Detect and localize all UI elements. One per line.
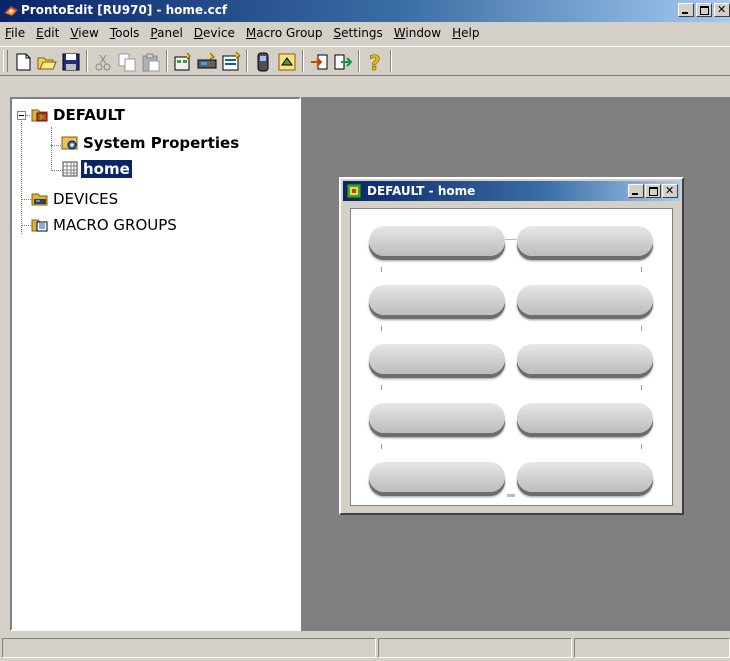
cut-icon[interactable] bbox=[92, 51, 114, 73]
status-bar bbox=[0, 636, 730, 661]
status-panel-2 bbox=[378, 638, 572, 658]
menu-panel[interactable]: Panel bbox=[145, 26, 188, 40]
toolbar: ? bbox=[0, 46, 730, 76]
menu-macro-group[interactable]: Macro Group bbox=[241, 26, 329, 40]
new-panel-icon[interactable] bbox=[172, 51, 194, 73]
remote-icon[interactable] bbox=[252, 51, 274, 73]
close-button[interactable] bbox=[714, 3, 730, 17]
menu-file[interactable]: File bbox=[0, 26, 31, 40]
panel-button[interactable] bbox=[369, 403, 505, 433]
panel-editor-window: DEFAULT - home bbox=[339, 177, 684, 515]
default-folder-icon bbox=[31, 109, 48, 122]
devices-folder-icon bbox=[31, 193, 48, 206]
tree-label-macro-groups: MACRO GROUPS bbox=[53, 216, 177, 234]
maximize-button[interactable] bbox=[696, 3, 712, 17]
upload-icon[interactable] bbox=[332, 51, 354, 73]
panel-window-title-bar[interactable]: DEFAULT - home bbox=[343, 181, 680, 201]
download-icon[interactable] bbox=[308, 51, 330, 73]
collapse-default-toggle[interactable] bbox=[17, 111, 26, 120]
tree-item-default[interactable]: DEFAULT bbox=[31, 105, 127, 125]
properties-icon[interactable] bbox=[276, 51, 298, 73]
panel-button[interactable] bbox=[369, 462, 505, 492]
status-panel-3 bbox=[574, 638, 730, 658]
tree-label-default: DEFAULT bbox=[53, 106, 125, 124]
menu-device[interactable]: Device bbox=[189, 26, 241, 40]
window-title: ProntoEdit [RU970] - home.ccf bbox=[21, 3, 228, 17]
tree-label-system-properties: System Properties bbox=[83, 134, 240, 152]
panel-button[interactable] bbox=[517, 226, 653, 256]
panel-canvas bbox=[350, 208, 673, 506]
panel-button[interactable] bbox=[369, 226, 505, 256]
system-properties-icon bbox=[61, 136, 78, 150]
paste-icon[interactable] bbox=[140, 51, 162, 73]
title-bar: ProntoEdit [RU970] - home.ccf bbox=[0, 0, 730, 22]
new-file-icon[interactable] bbox=[12, 51, 34, 73]
menu-bar: File Edit View Tools Panel Device Macro … bbox=[0, 22, 730, 44]
new-macro-group-icon[interactable] bbox=[220, 51, 242, 73]
panel-minimize-button[interactable] bbox=[628, 184, 644, 198]
help-icon[interactable]: ? bbox=[364, 51, 386, 73]
menu-edit[interactable]: Edit bbox=[31, 26, 65, 40]
new-device-icon[interactable] bbox=[196, 51, 218, 73]
tree-item-macro-groups[interactable]: MACRO GROUPS bbox=[31, 215, 179, 235]
tree-item-system-properties[interactable]: System Properties bbox=[61, 133, 241, 153]
panel-button[interactable] bbox=[517, 462, 653, 492]
panel-close-button[interactable] bbox=[662, 184, 678, 198]
open-folder-icon[interactable] bbox=[36, 51, 58, 73]
menu-tools[interactable]: Tools bbox=[105, 26, 146, 40]
macro-groups-folder-icon bbox=[31, 219, 48, 232]
tree-label-devices: DEVICES bbox=[53, 190, 119, 208]
panel-button[interactable] bbox=[517, 344, 653, 374]
status-panel-main bbox=[2, 638, 376, 658]
panel-button[interactable] bbox=[517, 285, 653, 315]
menu-view[interactable]: View bbox=[65, 26, 104, 40]
tree-item-devices[interactable]: DEVICES bbox=[31, 189, 120, 209]
minimize-button[interactable] bbox=[678, 3, 694, 17]
menu-window[interactable]: Window bbox=[389, 26, 447, 40]
pronto-app-icon bbox=[4, 6, 18, 16]
svg-text:?: ? bbox=[369, 51, 381, 73]
save-icon[interactable] bbox=[60, 51, 82, 73]
copy-icon[interactable] bbox=[116, 51, 138, 73]
panel-window-icon bbox=[346, 183, 362, 199]
tree-item-home[interactable]: home bbox=[61, 159, 133, 179]
panel-window-title: DEFAULT - home bbox=[367, 184, 476, 198]
panel-button[interactable] bbox=[369, 344, 505, 374]
panel-button[interactable] bbox=[517, 403, 653, 433]
menu-settings[interactable]: Settings bbox=[329, 26, 389, 40]
panel-button[interactable] bbox=[369, 285, 505, 315]
project-tree: DEFAULT System Properties home DEVICES M… bbox=[10, 97, 301, 631]
tree-label-home: home bbox=[80, 159, 133, 179]
panel-grid-icon bbox=[62, 161, 78, 177]
toolbar-grip[interactable] bbox=[3, 50, 8, 72]
menu-help[interactable]: Help bbox=[447, 26, 485, 40]
panel-maximize-button[interactable] bbox=[645, 184, 661, 198]
